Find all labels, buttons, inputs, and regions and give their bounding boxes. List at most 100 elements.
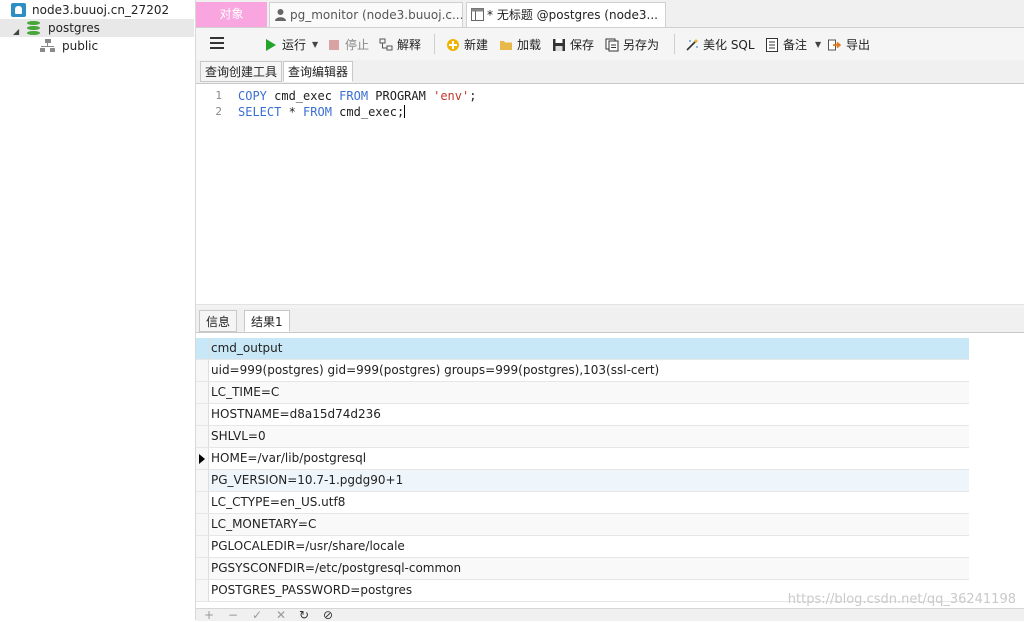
grid-cell[interactable]: LC_MONETARY=C [211, 514, 316, 535]
query-table-icon [471, 8, 484, 21]
export-icon [828, 39, 842, 51]
apply-changes-icon[interactable]: ✓ [252, 609, 262, 621]
table-row[interactable]: LC_TIME=C [196, 382, 969, 404]
load-label: 加载 [517, 38, 542, 52]
grid-cell[interactable]: LC_CTYPE=en_US.utf8 [211, 492, 345, 513]
hamburger-menu-icon[interactable] [210, 37, 224, 49]
sql-keyword: FROM [339, 89, 369, 103]
code-line: SELECT * FROM cmd_exec; [238, 105, 406, 119]
toolbar-separator [434, 34, 435, 54]
run-button[interactable]: 运行 ▼ [264, 36, 324, 54]
schema-icon [40, 39, 56, 53]
magic-wand-icon [686, 38, 699, 51]
editor-mode-tabs: 查询创建工具 查询编辑器 [196, 60, 1024, 84]
result-tabs: 信息 结果1 [196, 308, 1024, 333]
row-selector[interactable] [196, 404, 209, 425]
sql-keyword: COPY [238, 89, 267, 103]
stop-label: 停止 [345, 38, 370, 52]
save-as-icon [605, 38, 619, 52]
grid-cell[interactable]: POSTGRES_PASSWORD=postgres [211, 580, 412, 601]
postgres-connection-icon [11, 3, 26, 17]
beautify-sql-label: 美化 SQL [703, 38, 755, 52]
grid-cell[interactable]: PGSYSCONFDIR=/etc/postgresql-common [211, 558, 461, 579]
row-selector[interactable] [196, 448, 209, 469]
save-as-label: 另存为 [623, 38, 660, 52]
tree-connection-node[interactable]: node3.buuoj.cn_27202 [0, 1, 194, 19]
line-number: 1 [215, 89, 222, 102]
grid-navigation-bar: + − ✓ ✕ ↻ ⊘ [196, 608, 1024, 621]
tab-untitled-query[interactable]: * 无标题 @postgres (node3... [466, 2, 666, 27]
row-selector[interactable] [196, 426, 209, 447]
delete-record-icon[interactable]: − [228, 609, 238, 621]
memo-icon [766, 38, 778, 52]
stop-icon [329, 40, 339, 50]
run-label: 运行 [282, 38, 307, 52]
tree-schema-node[interactable]: public [0, 37, 194, 55]
folder-icon [500, 41, 512, 50]
save-icon [553, 39, 565, 51]
stop-loading-icon[interactable]: ⊘ [323, 609, 333, 621]
user-icon [275, 9, 286, 21]
sql-text: cmd_exec; [331, 105, 405, 119]
table-row[interactable]: LC_MONETARY=C [196, 514, 969, 536]
grid-cell[interactable]: HOME=/var/lib/postgresql [211, 448, 366, 469]
database-label: postgres [48, 21, 100, 35]
toolbar-separator [674, 34, 675, 54]
sql-text: PROGRAM [368, 89, 434, 103]
discard-changes-icon[interactable]: ✕ [276, 609, 286, 621]
grid-cell[interactable]: LC_TIME=C [211, 382, 279, 403]
play-icon [266, 39, 276, 51]
grid-cell[interactable]: uid=999(postgres) gid=999(postgres) grou… [211, 360, 659, 381]
memo-label: 备注 [783, 38, 808, 52]
tab-query-builder[interactable]: 查询创建工具 [200, 61, 283, 82]
tab-pg-monitor-label: pg_monitor (node3.buuoj.c... [290, 8, 463, 22]
tab-info[interactable]: 信息 [199, 310, 238, 332]
tab-result-1[interactable]: 结果1 [244, 310, 290, 332]
table-row[interactable]: PGLOCALEDIR=/usr/share/locale [196, 536, 969, 558]
table-row[interactable]: uid=999(postgres) gid=999(postgres) grou… [196, 360, 969, 382]
row-selector[interactable] [196, 382, 209, 403]
grid-header-row: cmd_output [196, 338, 969, 360]
table-row[interactable]: HOSTNAME=d8a15d74d236 [196, 404, 969, 426]
add-record-icon[interactable]: + [204, 609, 214, 621]
new-label: 新建 [464, 38, 489, 52]
row-selector[interactable] [196, 360, 209, 381]
sql-string: 'env' [433, 89, 470, 103]
grid-cell[interactable]: PGLOCALEDIR=/usr/share/locale [211, 536, 405, 557]
table-row[interactable]: SHLVL=0 [196, 426, 969, 448]
grid-cell[interactable]: HOSTNAME=d8a15d74d236 [211, 404, 381, 425]
sql-editor[interactable]: 1 2 COPY cmd_exec FROM PROGRAM 'env'; SE… [196, 84, 1024, 304]
row-selector[interactable] [196, 536, 209, 557]
result-grid: cmd_output uid=999(postgres) gid=999(pos… [196, 338, 969, 602]
row-selector[interactable] [196, 492, 209, 513]
grid-cell[interactable]: PG_VERSION=10.7-1.pgdg90+1 [211, 470, 403, 491]
refresh-icon[interactable]: ↻ [299, 609, 309, 621]
save-label: 保存 [570, 38, 595, 52]
row-selector[interactable] [196, 514, 209, 535]
table-row[interactable]: PG_VERSION=10.7-1.pgdg90+1 [196, 470, 969, 492]
row-selector[interactable] [196, 558, 209, 579]
run-dropdown-arrow-icon[interactable]: ▼ [312, 36, 318, 54]
line-number: 2 [215, 105, 222, 118]
new-icon [447, 39, 459, 51]
sql-keyword: SELECT [238, 105, 282, 119]
tab-objects[interactable]: 对象 [196, 2, 267, 27]
sql-text: ; [469, 89, 477, 103]
grid-cell[interactable]: SHLVL=0 [211, 426, 266, 447]
column-header-cmd-output[interactable]: cmd_output [211, 338, 282, 359]
row-selector[interactable] [196, 470, 209, 491]
memo-dropdown-arrow-icon[interactable]: ▼ [815, 36, 821, 54]
explain-label: 解释 [397, 38, 422, 52]
tab-untitled-query-label: * 无标题 @postgres (node3... [487, 8, 658, 22]
text-caret [404, 105, 406, 118]
tab-pg-monitor[interactable]: pg_monitor (node3.buuoj.c... [269, 2, 463, 27]
tab-query-editor[interactable]: 查询编辑器 [283, 61, 354, 82]
row-selector[interactable] [196, 580, 209, 601]
connection-label: node3.buuoj.cn_27202 [32, 3, 170, 17]
memo-button[interactable]: 备注 ▼ [765, 36, 823, 54]
csdn-watermark: https://blog.csdn.net/qq_36241198 [787, 592, 1016, 607]
table-row[interactable]: LC_CTYPE=en_US.utf8 [196, 492, 969, 514]
table-row[interactable]: HOME=/var/lib/postgresql [196, 448, 969, 470]
tree-database-node[interactable]: ◢ postgres [0, 19, 194, 37]
table-row[interactable]: PGSYSCONFDIR=/etc/postgresql-common [196, 558, 969, 580]
